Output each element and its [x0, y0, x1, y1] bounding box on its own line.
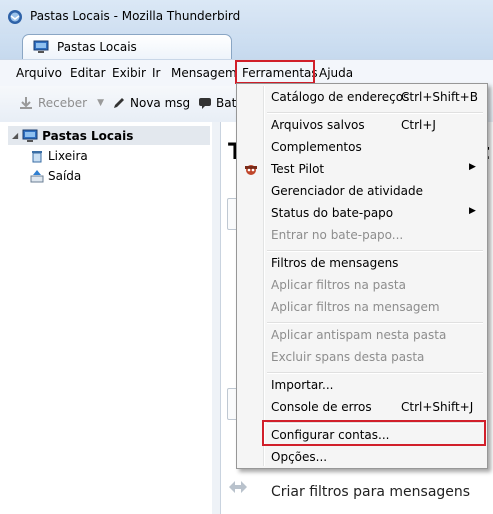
thunderbird-icon [8, 10, 22, 24]
menu-item-options[interactable]: Opções... [237, 446, 487, 468]
menu-item-test-pilot[interactable]: Test Pilot ▶ [237, 158, 487, 180]
menu-item-shortcut: Ctrl+J [401, 118, 436, 132]
menu-item-apply-filters-folder: Aplicar filtros na pasta [237, 274, 487, 296]
account-settings-highlight [262, 420, 486, 446]
menu-item-label: Complementos [271, 140, 362, 154]
new-message-button[interactable]: Nova msg [112, 96, 190, 110]
menu-item-label: Aplicar filtros na mensagem [271, 300, 440, 314]
create-filters-link[interactable]: Criar filtros para mensagens [271, 484, 470, 500]
outbox-icon [30, 169, 44, 182]
menu-item-address-book[interactable]: Catálogo de endereços Ctrl+Shift+B [237, 86, 487, 108]
ferramentas-highlight [235, 60, 315, 84]
menu-item-label: Console de erros [271, 400, 372, 414]
menu-item-chat-status[interactable]: Status do bate-papo ▶ [237, 202, 487, 224]
computer-icon [33, 40, 49, 53]
menu-item-apply-filters-message: Aplicar filtros na mensagem [237, 296, 487, 318]
chat-icon [199, 98, 211, 109]
menu-item-import[interactable]: Importar... [237, 374, 487, 396]
tab-strip: Pastas Locais [0, 34, 493, 59]
menu-item-error-console[interactable]: Console de erros Ctrl+Shift+J [237, 396, 487, 418]
collapse-icon[interactable]: ◢ [12, 131, 18, 140]
receive-label: Receber [38, 96, 88, 110]
menu-item-message-filters[interactable]: Filtros de mensagens [237, 252, 487, 274]
menu-item-join-chat: Entrar no bate-papo... [237, 224, 487, 246]
trash-icon [32, 150, 42, 162]
menu-item-label: Aplicar antispam nesta pasta [271, 328, 447, 342]
menu-item-label: Status do bate-papo [271, 206, 394, 220]
menu-mensagem[interactable]: Mensagem [171, 66, 237, 80]
folder-saida[interactable]: Saída [30, 166, 81, 185]
menu-item-label: Aplicar filtros na pasta [271, 278, 406, 292]
window-title: Pastas Locais - Mozilla Thunderbird [30, 9, 241, 23]
menu-exibir[interactable]: Exibir [112, 66, 146, 80]
menu-item-label: Entrar no bate-papo... [271, 228, 404, 242]
menu-item-saved-files[interactable]: Arquivos salvos Ctrl+J [237, 114, 487, 136]
submenu-arrow-icon: ▶ [469, 206, 476, 216]
download-icon [20, 97, 32, 109]
menu-item-addons[interactable]: Complementos [237, 136, 487, 158]
menu-item-apply-antispam: Aplicar antispam nesta pasta [237, 324, 487, 346]
tab-label: Pastas Locais [57, 40, 137, 54]
tools-menu: Catálogo de endereços Ctrl+Shift+B Arqui… [236, 83, 488, 469]
new-message-label: Nova msg [130, 96, 191, 110]
menu-item-label: Test Pilot [271, 162, 325, 176]
menu-item-delete-spam: Excluir spans desta pasta [237, 346, 487, 368]
chevron-down-icon[interactable]: ▼ [97, 98, 104, 108]
menu-item-label: Excluir spans desta pasta [271, 350, 425, 364]
folder-label: Lixeira [48, 148, 88, 163]
pane-splitter[interactable] [212, 122, 221, 514]
submenu-arrow-icon: ▶ [469, 162, 476, 172]
folder-pastas-locais[interactable]: ◢ Pastas Locais [8, 126, 210, 145]
folder-lixeira[interactable]: Lixeira [30, 146, 88, 165]
menu-item-shortcut: Ctrl+Shift+J [401, 400, 474, 414]
menu-item-label: Catálogo de endereços [271, 90, 410, 104]
folder-pane: ◢ Pastas Locais Lixeira Saída [0, 122, 213, 514]
receive-button[interactable]: Receber ▼ [18, 96, 104, 110]
menu-item-activity-manager[interactable]: Gerenciador de atividade [237, 180, 487, 202]
folder-label: Pastas Locais [42, 128, 134, 143]
menu-arquivo[interactable]: Arquivo [16, 66, 62, 80]
menu-item-label: Gerenciador de atividade [271, 184, 423, 198]
menu-ir[interactable]: Ir [152, 66, 160, 80]
menu-item-label: Filtros de mensagens [271, 256, 399, 270]
filter-icon [229, 481, 247, 493]
menu-ajuda[interactable]: Ajuda [319, 66, 353, 80]
menu-item-shortcut: Ctrl+Shift+B [401, 90, 478, 104]
title-bar: Pastas Locais - Mozilla Thunderbird [0, 0, 493, 34]
tab-pastas-locais[interactable]: Pastas Locais [22, 34, 232, 59]
computer-icon [22, 129, 38, 142]
menu-item-label: Arquivos salvos [271, 118, 365, 132]
menu-editar[interactable]: Editar [70, 66, 106, 80]
pencil-icon [114, 98, 124, 108]
menu-item-label: Importar... [271, 378, 334, 392]
menu-item-label: Opções... [271, 450, 328, 464]
folder-label: Saída [48, 168, 82, 183]
test-pilot-icon [245, 165, 257, 175]
